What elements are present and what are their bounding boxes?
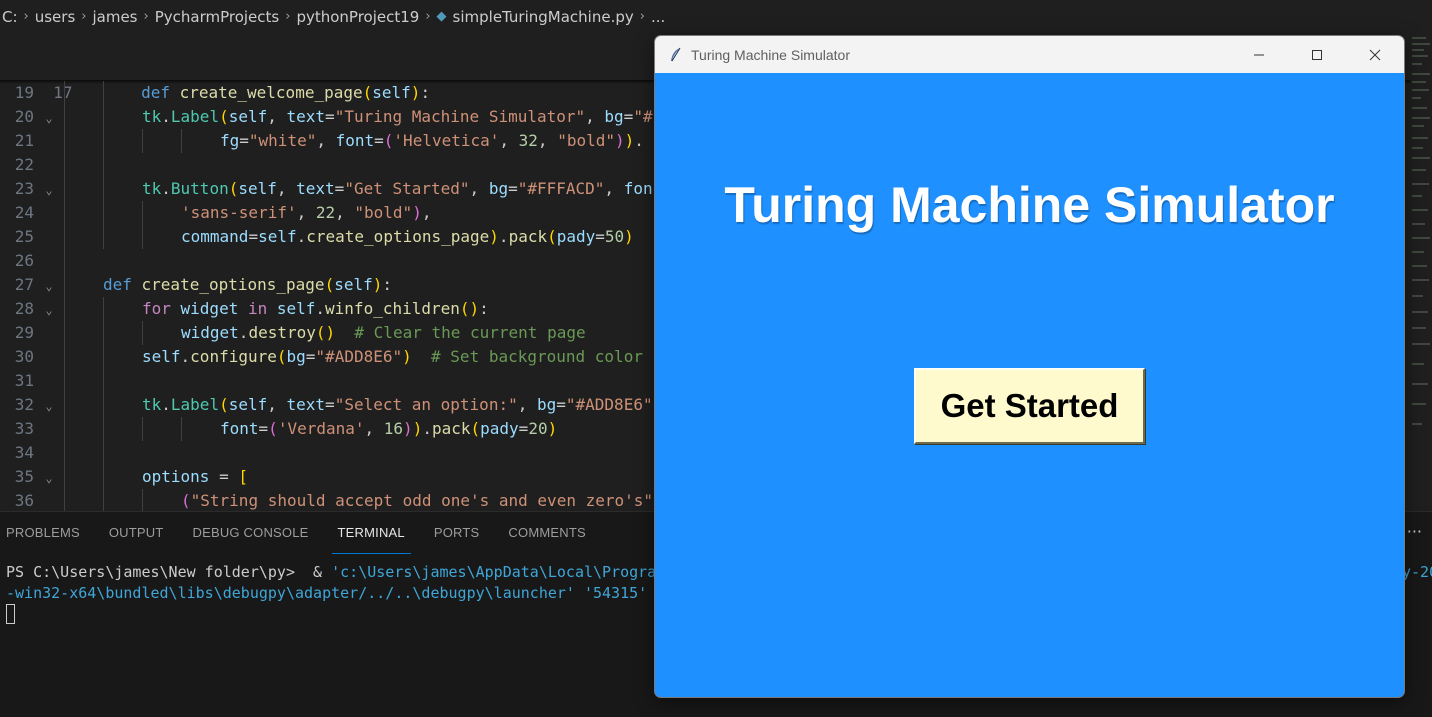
fold-chevron-icon[interactable]: ⌄	[34, 106, 64, 130]
line-number: 35	[14, 467, 34, 486]
terminal-command-line2: -win32-x64\bundled\libs\debugpy\adapter/…	[6, 584, 648, 602]
line-number: 30	[14, 347, 34, 366]
line-number: 24	[14, 203, 34, 222]
terminal-command-wrap: y-20	[1402, 563, 1432, 581]
tk-app-window[interactable]: Turing Machine Simulator Turing Machine …	[654, 35, 1405, 698]
breadcrumb-item-project[interactable]: pythonProject19	[296, 8, 419, 26]
window-titlebar[interactable]: Turing Machine Simulator	[655, 36, 1404, 73]
line-number: 29	[14, 323, 34, 342]
line-number: 23	[14, 179, 34, 198]
breadcrumb-item-james[interactable]: james	[92, 8, 137, 26]
app-heading: Turing Machine Simulator	[724, 177, 1335, 233]
tab-output[interactable]: OUTPUT	[103, 512, 170, 554]
maximize-icon[interactable]	[1288, 36, 1346, 73]
tab-terminal[interactable]: TERMINAL	[331, 512, 411, 554]
line-number: 36	[14, 491, 34, 510]
breadcrumb-item-file[interactable]: simpleTuringMachine.py	[453, 8, 634, 26]
chevron-right-icon: ›	[143, 9, 149, 24]
line-number: 22	[14, 155, 34, 174]
line-number: 19	[14, 83, 34, 102]
breadcrumb-item-pycharmprojects[interactable]: PycharmProjects	[155, 8, 280, 26]
line-number: 31	[14, 371, 34, 390]
window-title: Turing Machine Simulator	[691, 46, 850, 63]
line-number: 32	[14, 395, 34, 414]
chevron-right-icon: ›	[81, 9, 87, 24]
tab-ports[interactable]: PORTS	[428, 512, 486, 554]
chevron-right-icon: ›	[639, 9, 645, 24]
line-number: 21	[14, 131, 34, 150]
breadcrumb-item-drive[interactable]: C:	[2, 8, 18, 26]
chevron-right-icon: ›	[285, 9, 291, 24]
chevron-right-icon: ›	[425, 9, 431, 24]
panel-tabs: PROBLEMS OUTPUT DEBUG CONSOLE TERMINAL P…	[0, 512, 609, 554]
terminal-prompt: PS C:\Users\james\New folder\py> &	[6, 563, 332, 581]
tk-feather-icon	[671, 47, 681, 61]
breadcrumb-item-users[interactable]: users	[35, 8, 76, 26]
terminal-output[interactable]: PS C:\Users\james\New folder\py> & 'c:\U…	[6, 562, 656, 626]
line-number: 25	[14, 227, 34, 246]
line-number: 34	[14, 443, 34, 462]
fold-chevron-icon[interactable]: ⌄	[34, 178, 64, 202]
tab-comments[interactable]: COMMENTS	[502, 512, 591, 554]
line-number: 33	[14, 419, 34, 438]
minimize-icon[interactable]	[1230, 36, 1288, 73]
tab-problems[interactable]: PROBLEMS	[0, 512, 86, 554]
breadcrumb-ellipsis[interactable]: ...	[651, 8, 665, 26]
fold-chevron-icon[interactable]: ⌄	[34, 298, 64, 322]
chevron-right-icon: ›	[23, 9, 29, 24]
line-number: 27	[14, 275, 34, 294]
terminal-command: 'c:\Users\james\AppData\Local\Progra	[331, 563, 657, 581]
minimap[interactable]	[1410, 33, 1432, 511]
terminal-cursor	[6, 604, 15, 624]
line-number: 26	[14, 251, 34, 270]
line-number: 28	[14, 299, 34, 318]
breadcrumb: C: › users › james › PycharmProjects › pytho…	[0, 0, 1432, 33]
fold-chevron-icon[interactable]: ⌄	[34, 274, 64, 298]
tab-debug-console[interactable]: DEBUG CONSOLE	[187, 512, 315, 554]
window-content: Turing Machine Simulator Get Started	[655, 73, 1404, 697]
fold-chevron-icon[interactable]: ⌄	[34, 394, 64, 418]
get-started-button[interactable]: Get Started	[914, 368, 1145, 444]
close-icon[interactable]	[1346, 36, 1404, 73]
more-actions-icon[interactable]: ···	[1407, 522, 1422, 541]
line-number: 20	[14, 107, 34, 126]
fold-chevron-icon[interactable]: ⌄	[34, 466, 64, 490]
python-file-icon: ◆	[436, 9, 447, 24]
